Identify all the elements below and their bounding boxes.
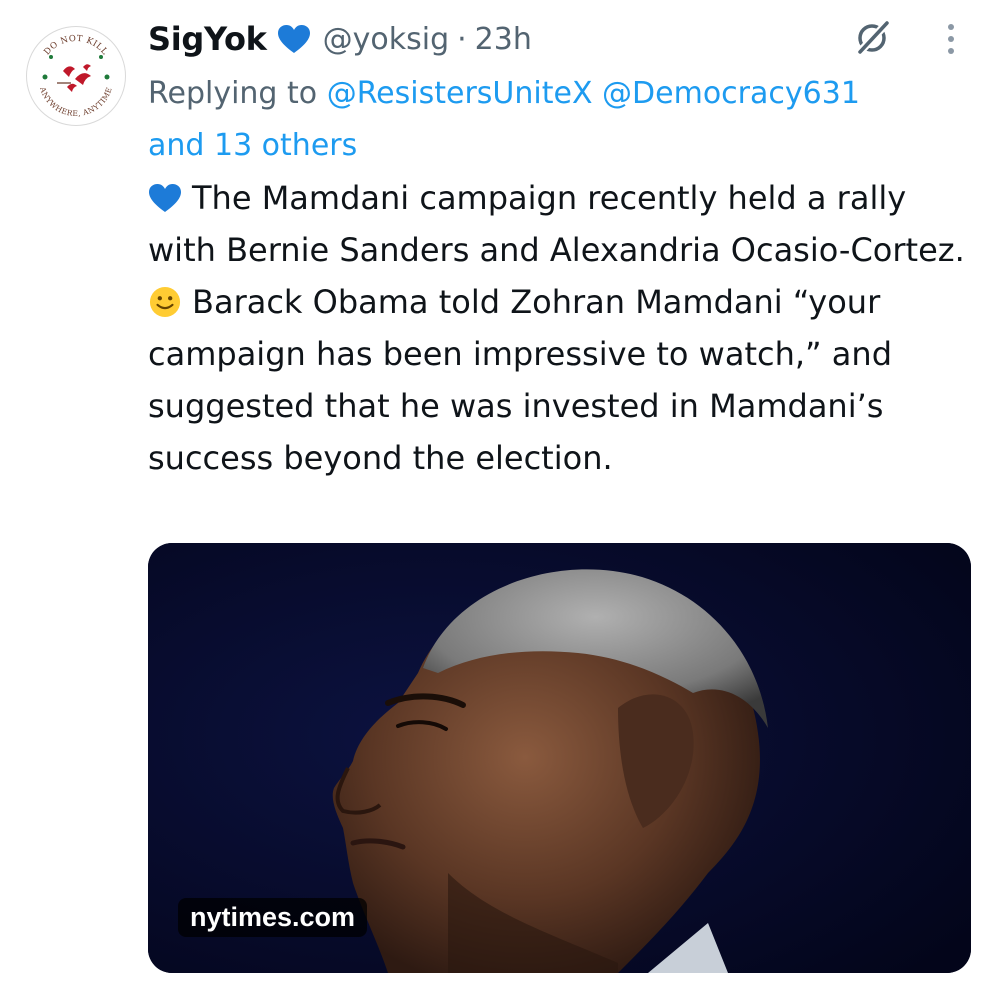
separator-dot: · bbox=[457, 21, 467, 57]
timestamp[interactable]: 23h bbox=[475, 22, 532, 57]
tweet-paragraph: Barack Obama told Zohran Mamdani “your c… bbox=[148, 276, 978, 484]
grok-icon[interactable] bbox=[852, 18, 892, 58]
blue-heart-emoji bbox=[148, 177, 182, 212]
tweet-paragraph: The Mamdani campaign recently held a ral… bbox=[148, 172, 978, 276]
handle[interactable]: @yoksig bbox=[323, 22, 450, 57]
mention-link[interactable]: @Democracy631 bbox=[602, 76, 860, 111]
others-link[interactable]: and 13 others bbox=[148, 128, 357, 163]
more-icon[interactable] bbox=[940, 22, 962, 56]
display-name[interactable]: SigYok bbox=[148, 20, 267, 58]
tweet-text: The Mamdani campaign recently held a ral… bbox=[148, 172, 978, 484]
avatar[interactable]: DO NOT KILL ANYWHERE, ANYTIME bbox=[26, 26, 126, 126]
replying-to: Replying to @ResistersUniteX @Democracy6… bbox=[148, 68, 978, 172]
media-source-label: nytimes.com bbox=[178, 898, 368, 937]
blue-heart-icon bbox=[277, 24, 311, 54]
tweet-line: The Mamdani campaign recently held a ral… bbox=[148, 179, 965, 269]
tweet-header: SigYok @yoksig · 23h bbox=[148, 14, 532, 64]
tweet-line: Barack Obama told Zohran Mamdani “your c… bbox=[148, 283, 892, 477]
mention-link[interactable]: @ResistersUniteX bbox=[327, 76, 593, 111]
slightly-smiling-face-emoji bbox=[148, 281, 182, 318]
replying-prefix: Replying to bbox=[148, 76, 318, 111]
